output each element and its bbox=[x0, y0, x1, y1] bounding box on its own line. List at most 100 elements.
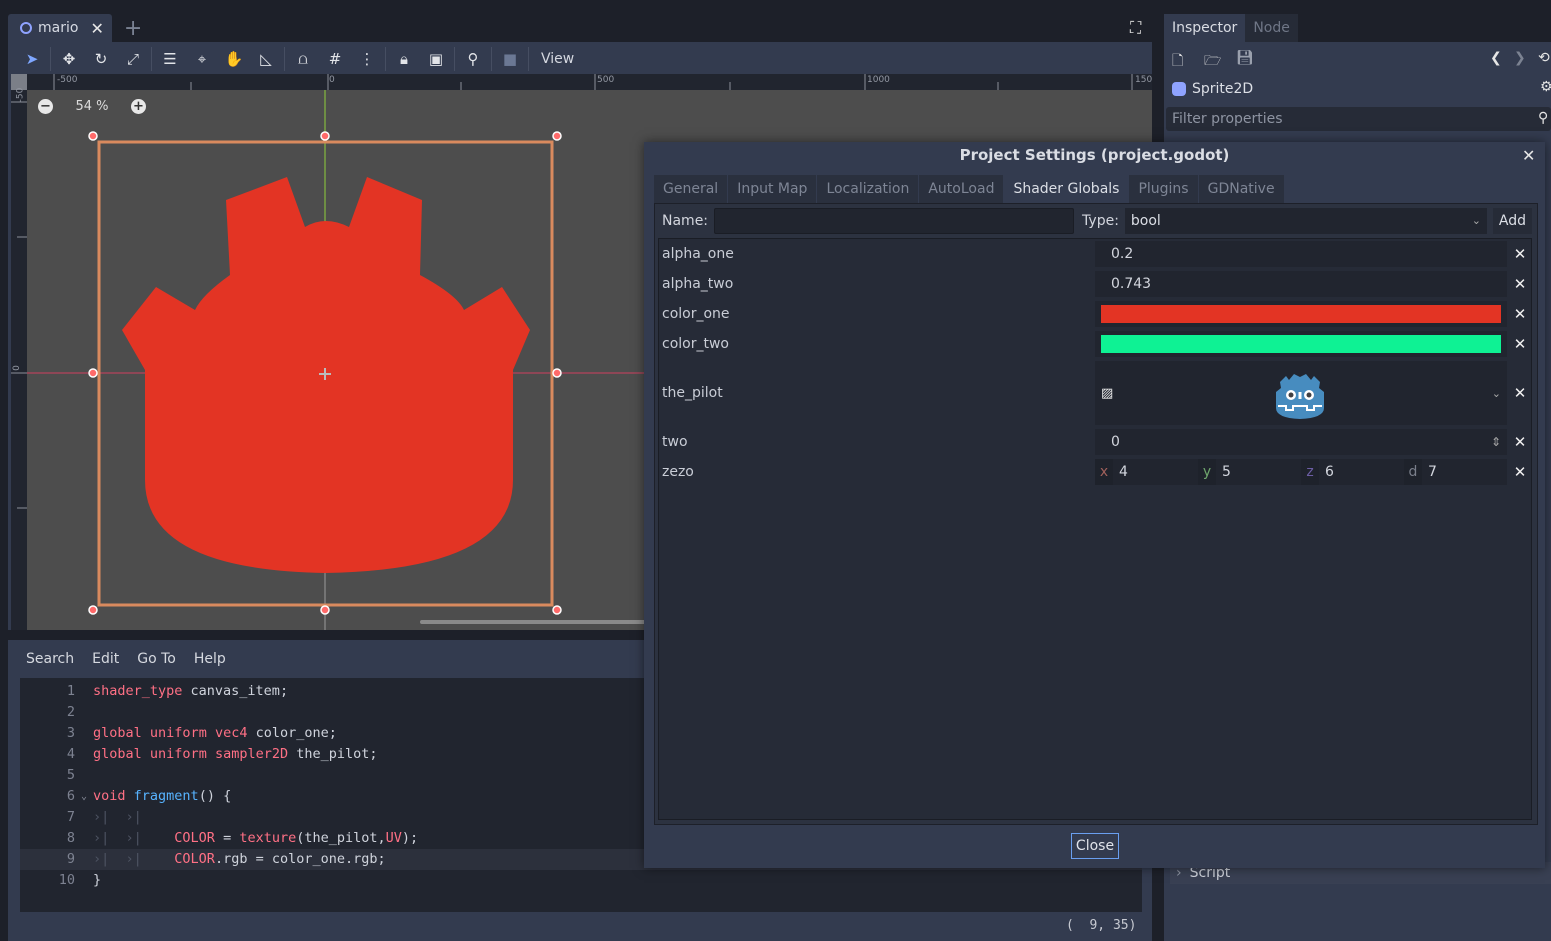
snap-options-icon[interactable]: ⋮ bbox=[351, 46, 383, 72]
tab-inspector[interactable]: Inspector bbox=[1164, 14, 1246, 42]
scene-tab-mario[interactable]: mario ✕ bbox=[8, 14, 112, 42]
component-label: d bbox=[1404, 459, 1422, 485]
toolbar-separator bbox=[454, 47, 455, 71]
scale-tool-icon[interactable]: ⤢ bbox=[117, 46, 149, 72]
horizontal-scrollbar[interactable] bbox=[420, 620, 650, 624]
toolbar-separator bbox=[528, 47, 529, 71]
grid-snap-icon[interactable]: # bbox=[319, 46, 351, 72]
new-resource-icon[interactable]: 🗋 bbox=[1172, 50, 1183, 74]
gutter-space bbox=[75, 702, 93, 723]
smart-snap-icon[interactable]: ⩍ bbox=[287, 46, 319, 72]
name-input[interactable] bbox=[714, 208, 1075, 234]
type-select[interactable]: bool ⌄ bbox=[1124, 208, 1487, 234]
vector-component-x[interactable]: x4 bbox=[1095, 459, 1198, 485]
search-icon: ⚲ bbox=[1538, 110, 1549, 126]
vector4-input[interactable]: x4y5z6d7 bbox=[1095, 459, 1507, 485]
global-name: alpha_two bbox=[662, 276, 734, 292]
vector-component-z[interactable]: z6 bbox=[1301, 459, 1404, 485]
tab-input-map[interactable]: Input Map bbox=[728, 175, 818, 203]
remove-global-icon[interactable]: ✕ bbox=[1511, 335, 1529, 353]
component-value: 4 bbox=[1119, 464, 1128, 480]
toolbar-separator bbox=[151, 47, 152, 71]
history-back-icon[interactable]: ❮ bbox=[1490, 50, 1502, 66]
code-token: canvas_item; bbox=[182, 683, 289, 699]
canvas-toolbar: ➤ ✥ ↻ ⤢ ☰ ⌖ ✋ ◺ ⩍ # ⋮ 🔒︎ ▣ ⚲ ■ View bbox=[8, 44, 1152, 74]
remove-global-icon[interactable]: ✕ bbox=[1511, 463, 1529, 481]
ruler-ticks bbox=[53, 74, 1133, 90]
group-icon[interactable]: ▣ bbox=[420, 46, 452, 72]
rotate-tool-icon[interactable]: ↻ bbox=[85, 46, 117, 72]
tab-gdnative[interactable]: GDNative bbox=[1198, 175, 1285, 203]
dialog-close-icon[interactable]: ✕ bbox=[1522, 146, 1535, 165]
pivot-tool-icon[interactable]: ⌖ bbox=[186, 46, 218, 72]
color-picker-button[interactable] bbox=[1095, 301, 1507, 327]
tab-localization[interactable]: Localization bbox=[817, 175, 920, 203]
gutter-space bbox=[75, 828, 93, 849]
lock-icon[interactable]: 🔒︎ bbox=[388, 46, 420, 72]
tab-autoload[interactable]: AutoLoad bbox=[919, 175, 1005, 203]
filter-properties-input[interactable]: Filter properties bbox=[1166, 107, 1551, 131]
save-resource-icon[interactable]: 💾︎ bbox=[1236, 50, 1254, 66]
add-button[interactable]: Add bbox=[1492, 208, 1533, 234]
remove-global-icon[interactable]: ✕ bbox=[1511, 245, 1529, 263]
move-tool-icon[interactable]: ✥ bbox=[53, 46, 85, 72]
ruler-tool-icon[interactable]: ◺ bbox=[250, 46, 282, 72]
tab-shader-globals[interactable]: Shader Globals bbox=[1004, 175, 1130, 203]
tab-node[interactable]: Node bbox=[1245, 14, 1298, 42]
menu-edit[interactable]: Edit bbox=[92, 651, 119, 667]
shader-global-row: color_two ✕ bbox=[659, 331, 1531, 357]
add-scene-tab-button[interactable]: + bbox=[124, 16, 142, 41]
vector-component-d[interactable]: d7 bbox=[1404, 459, 1507, 485]
component-value: 6 bbox=[1325, 464, 1334, 480]
code-token: () { bbox=[198, 788, 232, 804]
texture-picker[interactable]: ▨ ⌄ bbox=[1095, 361, 1507, 425]
global-name: alpha_one bbox=[662, 246, 734, 262]
history-icon[interactable]: ⟲ bbox=[1538, 50, 1550, 66]
chevron-down-icon[interactable]: ⌄ bbox=[1492, 387, 1501, 400]
color-swatch bbox=[1101, 305, 1501, 323]
zoom-out-icon[interactable]: − bbox=[38, 99, 53, 114]
remove-global-icon[interactable]: ✕ bbox=[1511, 384, 1529, 402]
zoom-in-icon[interactable]: + bbox=[131, 99, 146, 114]
add-global-form: Name: Type: bool ⌄ Add bbox=[662, 208, 1533, 234]
menu-go-to[interactable]: Go To bbox=[137, 651, 176, 667]
object-properties-icon[interactable]: ⚙ bbox=[1540, 79, 1551, 95]
camera-override-icon[interactable]: ■ bbox=[494, 46, 526, 72]
color-picker-button[interactable] bbox=[1095, 331, 1507, 357]
remove-global-icon[interactable]: ✕ bbox=[1511, 275, 1529, 293]
menu-help[interactable]: Help bbox=[194, 651, 226, 667]
float-input[interactable]: 0.743 bbox=[1095, 271, 1507, 297]
list-select-icon[interactable]: ☰ bbox=[154, 46, 186, 72]
global-name: zezo bbox=[662, 464, 694, 480]
line-number: 6 bbox=[66, 788, 75, 804]
skeleton-bone-icon[interactable]: ⚲ bbox=[457, 46, 489, 72]
zoom-level[interactable]: 54 % bbox=[67, 99, 117, 114]
select-tool-icon[interactable]: ➤ bbox=[16, 46, 48, 72]
shader-global-row: color_one ✕ bbox=[659, 301, 1531, 327]
tab-plugins[interactable]: Plugins bbox=[1129, 175, 1199, 203]
pan-tool-icon[interactable]: ✋ bbox=[218, 46, 250, 72]
value-text: 0.2 bbox=[1111, 246, 1134, 262]
code-line[interactable]: 10} bbox=[20, 870, 1142, 891]
tab-general[interactable]: General bbox=[654, 175, 729, 203]
close-button[interactable]: Close bbox=[1071, 833, 1119, 859]
tab-marker-icon: ›| bbox=[125, 851, 159, 867]
int-spinbox[interactable]: 0 ⇕ bbox=[1095, 429, 1507, 455]
menu-search[interactable]: Search bbox=[26, 651, 74, 667]
component-label: x bbox=[1095, 459, 1113, 485]
remove-global-icon[interactable]: ✕ bbox=[1511, 433, 1529, 451]
float-input[interactable]: 0.2 bbox=[1095, 241, 1507, 267]
distraction-free-icon[interactable]: ⛶ bbox=[1130, 18, 1148, 37]
vector-component-y[interactable]: y5 bbox=[1198, 459, 1301, 485]
spin-arrows-icon[interactable]: ⇕ bbox=[1491, 435, 1501, 449]
fold-arrow-icon[interactable]: ⌄ bbox=[75, 786, 93, 807]
view-menu[interactable]: View bbox=[531, 51, 584, 67]
remove-global-icon[interactable]: ✕ bbox=[1511, 305, 1529, 323]
close-tab-icon[interactable]: ✕ bbox=[90, 19, 103, 38]
history-forward-icon[interactable]: ❯ bbox=[1514, 50, 1526, 66]
component-label: z bbox=[1301, 459, 1319, 485]
line-number: 3 bbox=[66, 725, 75, 741]
open-resource-icon[interactable]: 🗁 bbox=[1204, 50, 1221, 74]
